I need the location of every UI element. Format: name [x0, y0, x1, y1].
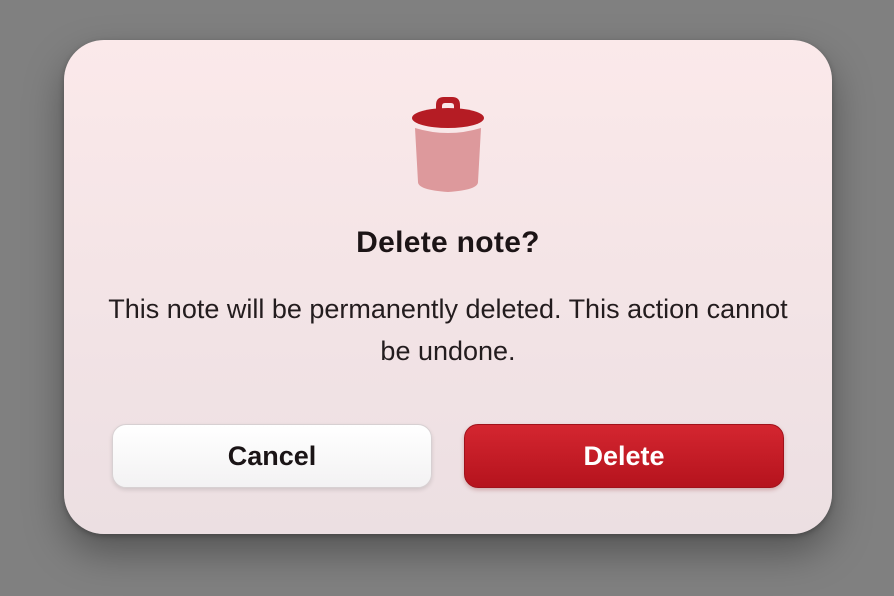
- cancel-button[interactable]: Cancel: [112, 424, 432, 488]
- trash-icon: [412, 97, 484, 192]
- delete-button[interactable]: Delete: [464, 424, 784, 488]
- delete-note-dialog: Delete note? This note will be permanent…: [64, 40, 832, 534]
- dialog-title: Delete note?: [356, 226, 540, 259]
- dialog-message: This note will be permanently deleted. T…: [108, 294, 788, 366]
